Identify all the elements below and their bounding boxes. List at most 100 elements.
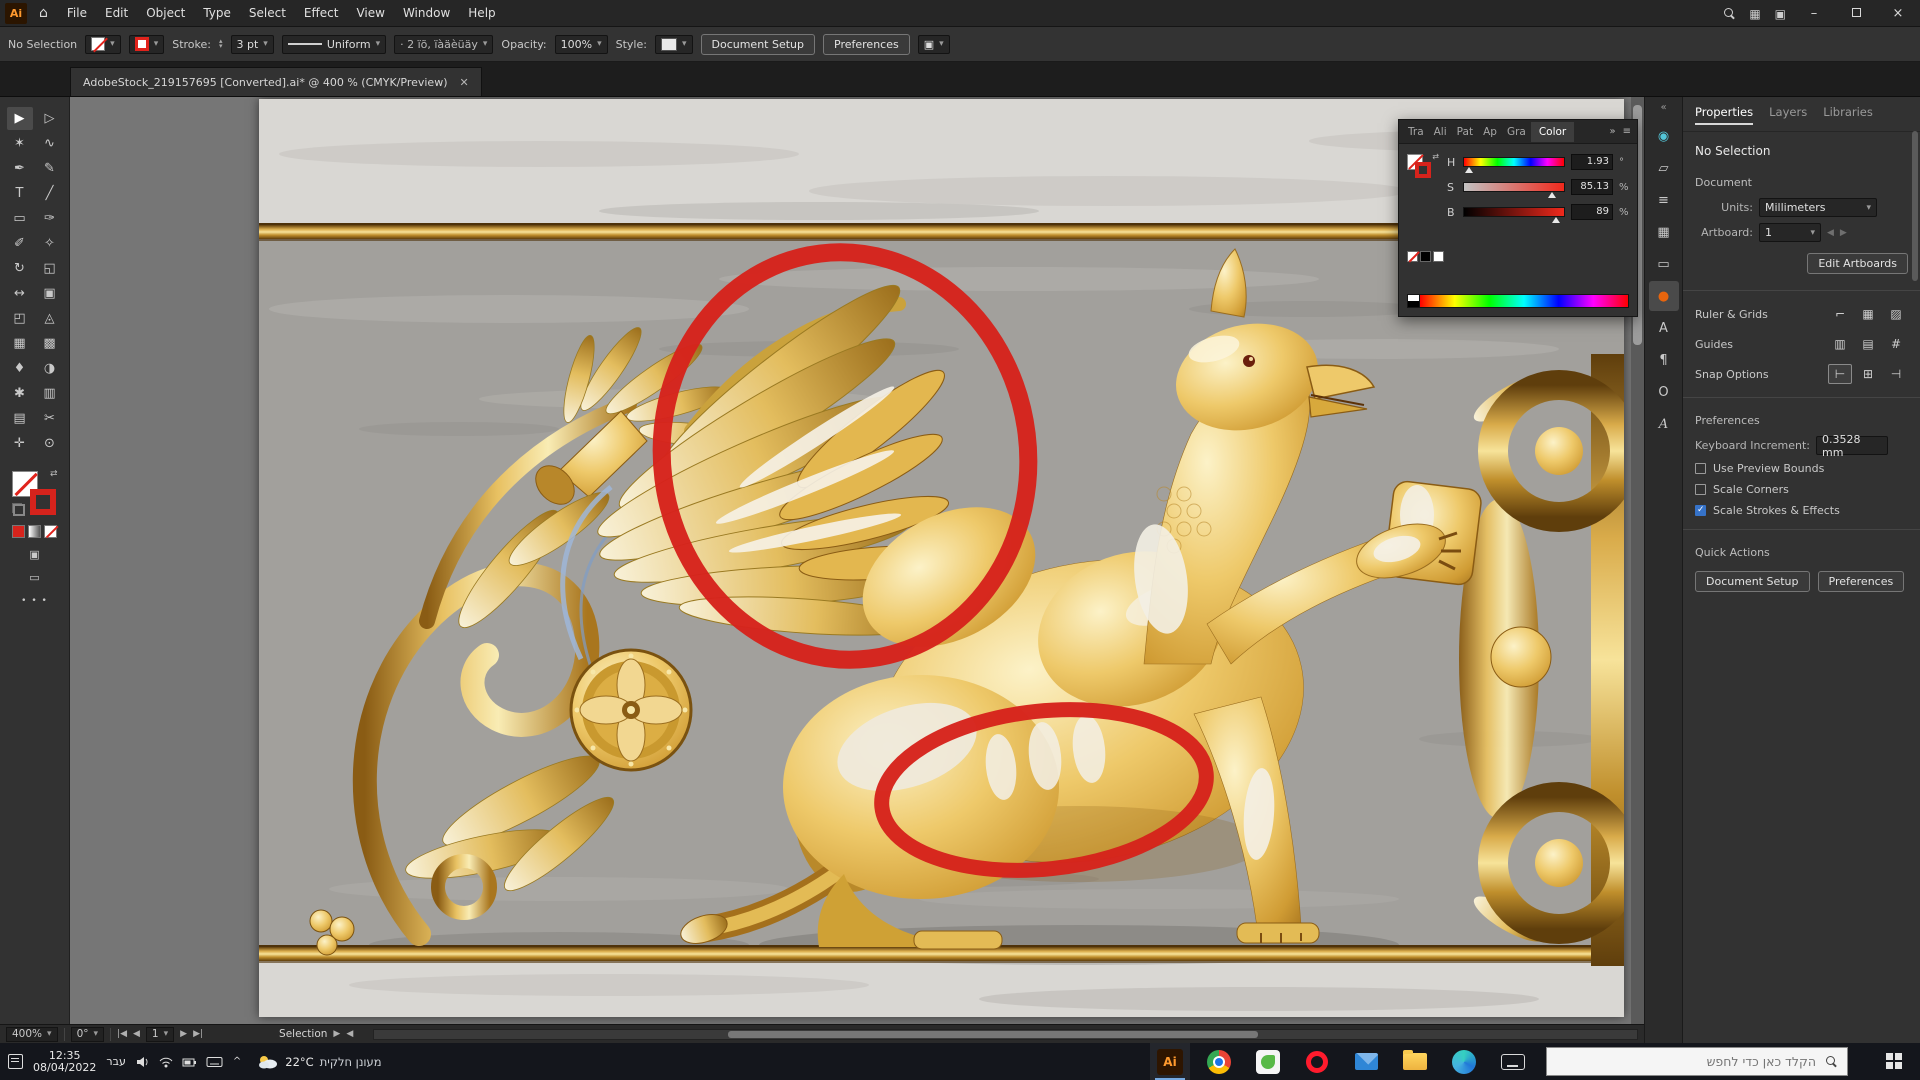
panel-menu-icon[interactable]: ≡	[1623, 126, 1631, 137]
start-button[interactable]	[1886, 1053, 1903, 1070]
panel-overflow-icon[interactable]: »	[1609, 126, 1615, 137]
style-dropdown[interactable]: ▾	[655, 35, 693, 54]
stroke-weight-dropdown[interactable]: 3 pt▾	[231, 35, 274, 54]
shaper-tool[interactable]: ✧	[37, 232, 63, 255]
pen-tool[interactable]: ✒	[7, 157, 33, 180]
green-app-taskbar-icon[interactable]	[1248, 1043, 1288, 1080]
menu-help[interactable]: Help	[459, 0, 504, 27]
last-artboard-icon[interactable]: ▶|	[193, 1029, 203, 1039]
tab-properties[interactable]: Properties	[1695, 105, 1753, 125]
document-tab[interactable]: AdobeStock_219157695 [Converted].ai* @ 4…	[70, 67, 482, 96]
align-icon[interactable]: ≡	[1649, 185, 1679, 215]
next-artboard-icon[interactable]: ▶	[180, 1029, 187, 1039]
artboard-number-dropdown[interactable]: 1▾	[146, 1027, 174, 1042]
gradient-mode-button[interactable]	[28, 525, 41, 538]
edit-artboards-button[interactable]: Edit Artboards	[1807, 253, 1908, 274]
artboard-dropdown[interactable]: 1▾	[1759, 223, 1821, 242]
properties-scrollbar[interactable]	[1911, 127, 1919, 1027]
menu-effect[interactable]: Effect	[295, 0, 348, 27]
color-icon[interactable]: ●	[1649, 281, 1679, 311]
transform-icon[interactable]: ▱	[1649, 153, 1679, 183]
artboards-icon[interactable]: ▭	[1649, 249, 1679, 279]
units-dropdown[interactable]: Millimeters▾	[1759, 198, 1877, 217]
lock-guides-icon[interactable]: ▤	[1856, 334, 1880, 354]
draw-mode-button[interactable]: ▣	[29, 548, 39, 561]
free-transform-tool[interactable]: ▣	[37, 282, 63, 305]
show-guides-icon[interactable]: ▥	[1828, 334, 1852, 354]
type-tool[interactable]: T	[7, 182, 33, 205]
artboard-tool[interactable]: ▤	[7, 407, 33, 430]
file-explorer-taskbar-icon[interactable]	[1395, 1043, 1435, 1080]
menu-object[interactable]: Object	[137, 0, 194, 27]
stroke-proxy-swatch[interactable]	[1415, 162, 1431, 178]
line-segment-tool[interactable]: ╱	[37, 182, 63, 205]
tab-tra[interactable]: Tra	[1403, 122, 1429, 142]
stroke-weight-stepper[interactable]: ▴▾	[219, 39, 223, 49]
first-artboard-icon[interactable]: |◀	[117, 1029, 127, 1039]
edit-toolbar-ellipsis[interactable]: • • •	[21, 596, 48, 606]
paragraph-icon[interactable]: ¶	[1649, 345, 1679, 375]
snap-to-glyph-icon[interactable]: ⊣	[1884, 364, 1908, 384]
menu-select[interactable]: Select	[240, 0, 295, 27]
tab-ap[interactable]: Ap	[1478, 122, 1502, 142]
screen-mode-button[interactable]: ▭	[29, 571, 39, 584]
paintbrush-tool[interactable]: ✑	[37, 207, 63, 230]
close-button[interactable]: ×	[1884, 6, 1912, 21]
brush-definition-dropdown[interactable]: · 2 ïõ, ïàäèüäy▾	[394, 35, 493, 54]
menu-file[interactable]: File	[58, 0, 96, 27]
taskbar-clock[interactable]: 12:35 08/04/2022	[33, 1050, 96, 1074]
none-swatch[interactable]	[1407, 251, 1418, 262]
black-white-swatches[interactable]	[1408, 295, 1420, 307]
tab-pat[interactable]: Pat	[1452, 122, 1478, 142]
saturation-slider[interactable]	[1463, 182, 1565, 192]
width-tool[interactable]: ↔	[7, 282, 33, 305]
saturation-value-field[interactable]: 85.13	[1571, 179, 1613, 195]
zoom-level-dropdown[interactable]: 400%▾	[6, 1027, 58, 1042]
character-icon[interactable]: A	[1649, 313, 1679, 343]
alignment-options-icon[interactable]: ▣▾	[918, 35, 950, 54]
hue-value-field[interactable]: 1.93	[1571, 154, 1613, 170]
color-spectrum-bar[interactable]	[1407, 294, 1629, 308]
tab-ali[interactable]: Ali	[1429, 122, 1452, 142]
snap-to-grid-icon[interactable]: ⊞	[1856, 364, 1880, 384]
white-swatch[interactable]	[1433, 251, 1444, 262]
volume-icon[interactable]	[136, 1055, 150, 1069]
comments-icon[interactable]: ◉	[1649, 121, 1679, 151]
use-preview-bounds-checkbox[interactable]	[1695, 463, 1706, 474]
scale-strokes-effects-checkbox[interactable]	[1695, 505, 1706, 516]
network-icon[interactable]	[158, 1055, 174, 1068]
glyphs-icon[interactable]: A	[1649, 409, 1679, 439]
fill-color-dropdown[interactable]: ▾	[85, 35, 121, 54]
workspace-switcher-icon[interactable]: ▣	[1775, 7, 1786, 21]
transparency-grid-icon[interactable]: ▨	[1884, 304, 1908, 324]
weather-widget[interactable]: 22°C מעונן חלקית	[257, 1054, 381, 1070]
stroke-swatch[interactable]	[30, 489, 56, 515]
taskbar-search[interactable]	[1546, 1047, 1848, 1076]
magic-wand-tool[interactable]: ✶	[7, 132, 33, 155]
menu-view[interactable]: View	[347, 0, 393, 27]
lasso-tool[interactable]: ∿	[37, 132, 63, 155]
smart-guides-icon[interactable]: #	[1884, 334, 1908, 354]
quick-action-preferences-button[interactable]: Preferences	[1818, 571, 1905, 592]
restore-button[interactable]	[1842, 6, 1870, 21]
brightness-value-field[interactable]: 89	[1571, 204, 1613, 220]
mail-taskbar-icon[interactable]	[1346, 1043, 1386, 1080]
tab-libraries[interactable]: Libraries	[1823, 105, 1873, 125]
tab-gra[interactable]: Gra	[1502, 122, 1531, 142]
opacity-dropdown[interactable]: 100%▾	[555, 35, 608, 54]
edge-taskbar-icon[interactable]	[1444, 1043, 1484, 1080]
document-setup-button[interactable]: Document Setup	[701, 34, 816, 55]
action-center-icon[interactable]	[8, 1054, 23, 1069]
swap-fill-stroke-icon[interactable]: ⇄	[1432, 152, 1439, 161]
opentype-icon[interactable]: O	[1649, 377, 1679, 407]
chrome-taskbar-icon[interactable]	[1199, 1043, 1239, 1080]
black-swatch[interactable]	[1420, 251, 1431, 262]
preferences-button[interactable]: Preferences	[823, 34, 910, 55]
mesh-tool[interactable]: ▦	[7, 332, 33, 355]
previous-artboard-icon[interactable]: ◀	[133, 1029, 140, 1039]
home-icon[interactable]: ⌂	[39, 5, 48, 21]
ruler-icon[interactable]: ⌐	[1828, 304, 1852, 324]
tab-layers[interactable]: Layers	[1769, 105, 1807, 125]
search-input[interactable]	[1586, 1054, 1816, 1069]
rotation-dropdown[interactable]: 0°▾	[71, 1027, 104, 1042]
